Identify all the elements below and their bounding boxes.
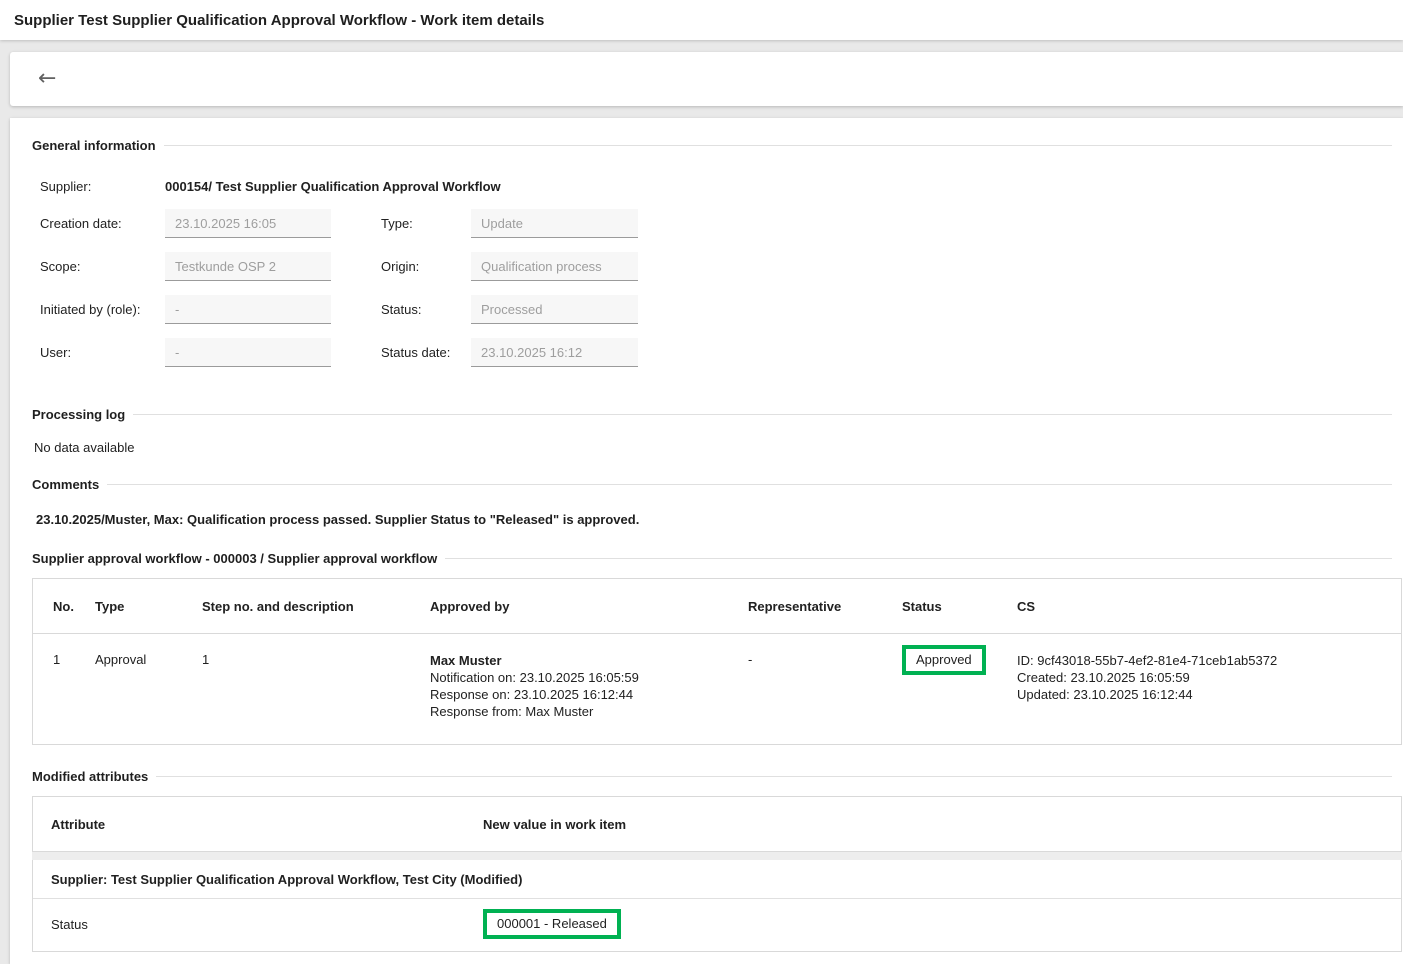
column-header-cs: CS	[1017, 599, 1401, 614]
toolbar: ←	[10, 52, 1403, 106]
creation-date-field	[165, 209, 331, 238]
column-header-attribute: Attribute	[33, 817, 483, 832]
section-rule	[445, 558, 1392, 559]
response-on-line: Response on: 23.10.2025 16:12:44	[430, 686, 748, 703]
section-rule	[164, 145, 1392, 146]
cell-attribute: Status	[33, 917, 483, 932]
group-header-supplier: Supplier: Test Supplier Qualification Ap…	[33, 860, 1401, 899]
supplier-value: 000154/ Test Supplier Qualification Appr…	[165, 179, 501, 194]
approver-name: Max Muster	[430, 652, 748, 669]
field-label-creation-date: Creation date:	[40, 216, 165, 231]
column-header-step: Step no. and description	[202, 599, 430, 614]
section-rule	[156, 776, 1392, 777]
field-label-user: User:	[40, 345, 165, 360]
processing-log-empty-text: No data available	[34, 440, 1392, 455]
table-row: 1 Approval 1 Max Muster Notification on:…	[33, 634, 1401, 744]
section-title: Modified attributes	[32, 769, 148, 784]
status-badge-approved: Approved	[902, 645, 986, 675]
table-section-divider	[32, 852, 1402, 860]
column-header-approved-by: Approved by	[430, 599, 748, 614]
back-arrow-icon: ←	[38, 66, 56, 91]
cs-id-line: ID: 9cf43018-55b7-4ef2-81e4-71ceb1ab5372	[1017, 652, 1401, 669]
approval-workflow-table-header: No. Type Step no. and description Approv…	[33, 579, 1401, 634]
section-rule	[107, 484, 1392, 485]
comment-entry: 23.10.2025/Muster, Max: Qualification pr…	[36, 512, 1392, 527]
cs-updated-line: Updated: 23.10.2025 16:12:44	[1017, 686, 1401, 703]
column-header-representative: Representative	[748, 599, 902, 614]
cell-type: Approval	[95, 652, 202, 720]
cell-approved-by: Max Muster Notification on: 23.10.2025 1…	[430, 652, 748, 720]
modified-attributes-table-header: Attribute New value in work item	[32, 796, 1402, 852]
status-badge-released: 000001 - Released	[483, 909, 621, 939]
supplier-label: Supplier:	[40, 179, 165, 194]
scope-field	[165, 252, 331, 281]
cell-status: Approved	[902, 652, 1017, 720]
origin-field	[471, 252, 638, 281]
page-title: Supplier Test Supplier Qualification App…	[14, 12, 544, 29]
supplier-row: Supplier: 000154/ Test Supplier Qualific…	[40, 179, 1392, 194]
modified-attributes-group: Supplier: Test Supplier Qualification Ap…	[32, 860, 1402, 952]
cell-representative: -	[748, 652, 902, 720]
section-title: Processing log	[32, 407, 125, 422]
column-header-no: No.	[33, 599, 95, 614]
type-field	[471, 209, 638, 238]
table-row: Status 000001 - Released	[33, 899, 1401, 951]
work-item-details-card: General information Supplier: 000154/ Te…	[10, 118, 1403, 964]
field-label-type: Type:	[381, 216, 471, 231]
cell-step: 1	[202, 652, 430, 720]
cell-no: 1	[33, 652, 95, 720]
window-title-bar: Supplier Test Supplier Qualification App…	[0, 0, 1403, 40]
cell-new-value: 000001 - Released	[483, 909, 1401, 939]
field-label-scope: Scope:	[40, 259, 165, 274]
section-title: Supplier approval workflow - 000003 / Su…	[32, 551, 437, 566]
general-fields-grid: Creation date: Type: Scope: Origin: Init…	[40, 209, 1392, 367]
field-label-origin: Origin:	[381, 259, 471, 274]
section-approval-workflow: Supplier approval workflow - 000003 / Su…	[32, 551, 1392, 566]
cell-cs: ID: 9cf43018-55b7-4ef2-81e4-71ceb1ab5372…	[1017, 652, 1401, 720]
section-title: Comments	[32, 477, 99, 492]
approval-workflow-table: No. Type Step no. and description Approv…	[32, 578, 1402, 745]
back-button[interactable]: ←	[30, 64, 64, 94]
response-from-line: Response from: Max Muster	[430, 703, 748, 720]
field-label-status-date: Status date:	[381, 345, 471, 360]
section-title: General information	[32, 138, 156, 153]
column-header-new-value: New value in work item	[483, 817, 1401, 832]
user-field	[165, 338, 331, 367]
status-field	[471, 295, 638, 324]
section-modified-attributes: Modified attributes	[32, 769, 1392, 784]
column-header-type: Type	[95, 599, 202, 614]
section-general-information: General information	[32, 138, 1392, 153]
section-comments: Comments	[32, 477, 1392, 492]
initiated-by-field	[165, 295, 331, 324]
field-label-initiated-by: Initiated by (role):	[40, 302, 165, 317]
section-processing-log: Processing log	[32, 407, 1392, 422]
notification-on-line: Notification on: 23.10.2025 16:05:59	[430, 669, 748, 686]
cs-created-line: Created: 23.10.2025 16:05:59	[1017, 669, 1401, 686]
field-label-status: Status:	[381, 302, 471, 317]
status-date-field	[471, 338, 638, 367]
section-rule	[133, 414, 1392, 415]
column-header-status: Status	[902, 599, 1017, 614]
